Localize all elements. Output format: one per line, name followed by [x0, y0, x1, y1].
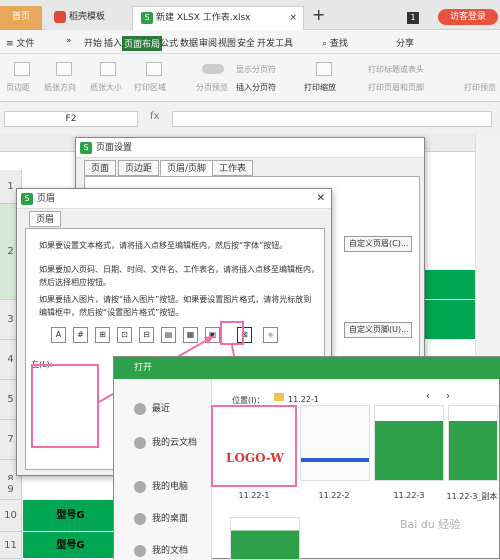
- thumb-blue-bar: [301, 458, 369, 462]
- sidebar-label: 我的桌面: [152, 514, 189, 524]
- forward-icon[interactable]: ›: [446, 391, 450, 402]
- sidebar-label: 我的云文档: [152, 438, 198, 448]
- computer-icon: [134, 480, 146, 493]
- highlight-logo-file: [211, 405, 297, 487]
- open-dialog-titlebar: 打开: [114, 357, 500, 379]
- clock-icon: [134, 402, 146, 415]
- file-thumb[interactable]: [374, 405, 444, 481]
- folder-icon: [274, 393, 284, 401]
- sidebar-label: 我的文档: [152, 546, 189, 556]
- location-value[interactable]: 11.22-1: [288, 395, 319, 404]
- sidebar-item-computer[interactable]: 我的电脑: [134, 479, 188, 493]
- sidebar-label: 最近: [152, 404, 171, 414]
- file-thumb[interactable]: [230, 517, 300, 560]
- file-name[interactable]: 11.22-3_副本: [444, 491, 500, 502]
- sidebar-item-documents[interactable]: 我的文档: [134, 543, 188, 557]
- sidebar-label: 我的电脑: [152, 482, 189, 492]
- sidebar-item-cloud[interactable]: 我的云文档: [134, 435, 197, 449]
- file-name[interactable]: 11.22-2: [294, 491, 374, 500]
- file-name[interactable]: 11.22-3: [369, 491, 449, 500]
- file-thumb[interactable]: [448, 405, 498, 481]
- sidebar-item-desktop[interactable]: 我的桌面: [134, 511, 188, 525]
- desktop-icon: [134, 512, 146, 525]
- file-thumb[interactable]: [300, 405, 370, 481]
- watermark: Bai du 经验: [400, 518, 461, 531]
- file-name[interactable]: 11.22-1: [214, 491, 294, 500]
- back-icon[interactable]: ‹: [426, 391, 430, 402]
- documents-icon: [134, 544, 146, 557]
- sidebar-item-recent[interactable]: 最近: [134, 401, 170, 415]
- open-dialog-title: 打开: [134, 363, 153, 373]
- cloud-icon: [134, 436, 146, 449]
